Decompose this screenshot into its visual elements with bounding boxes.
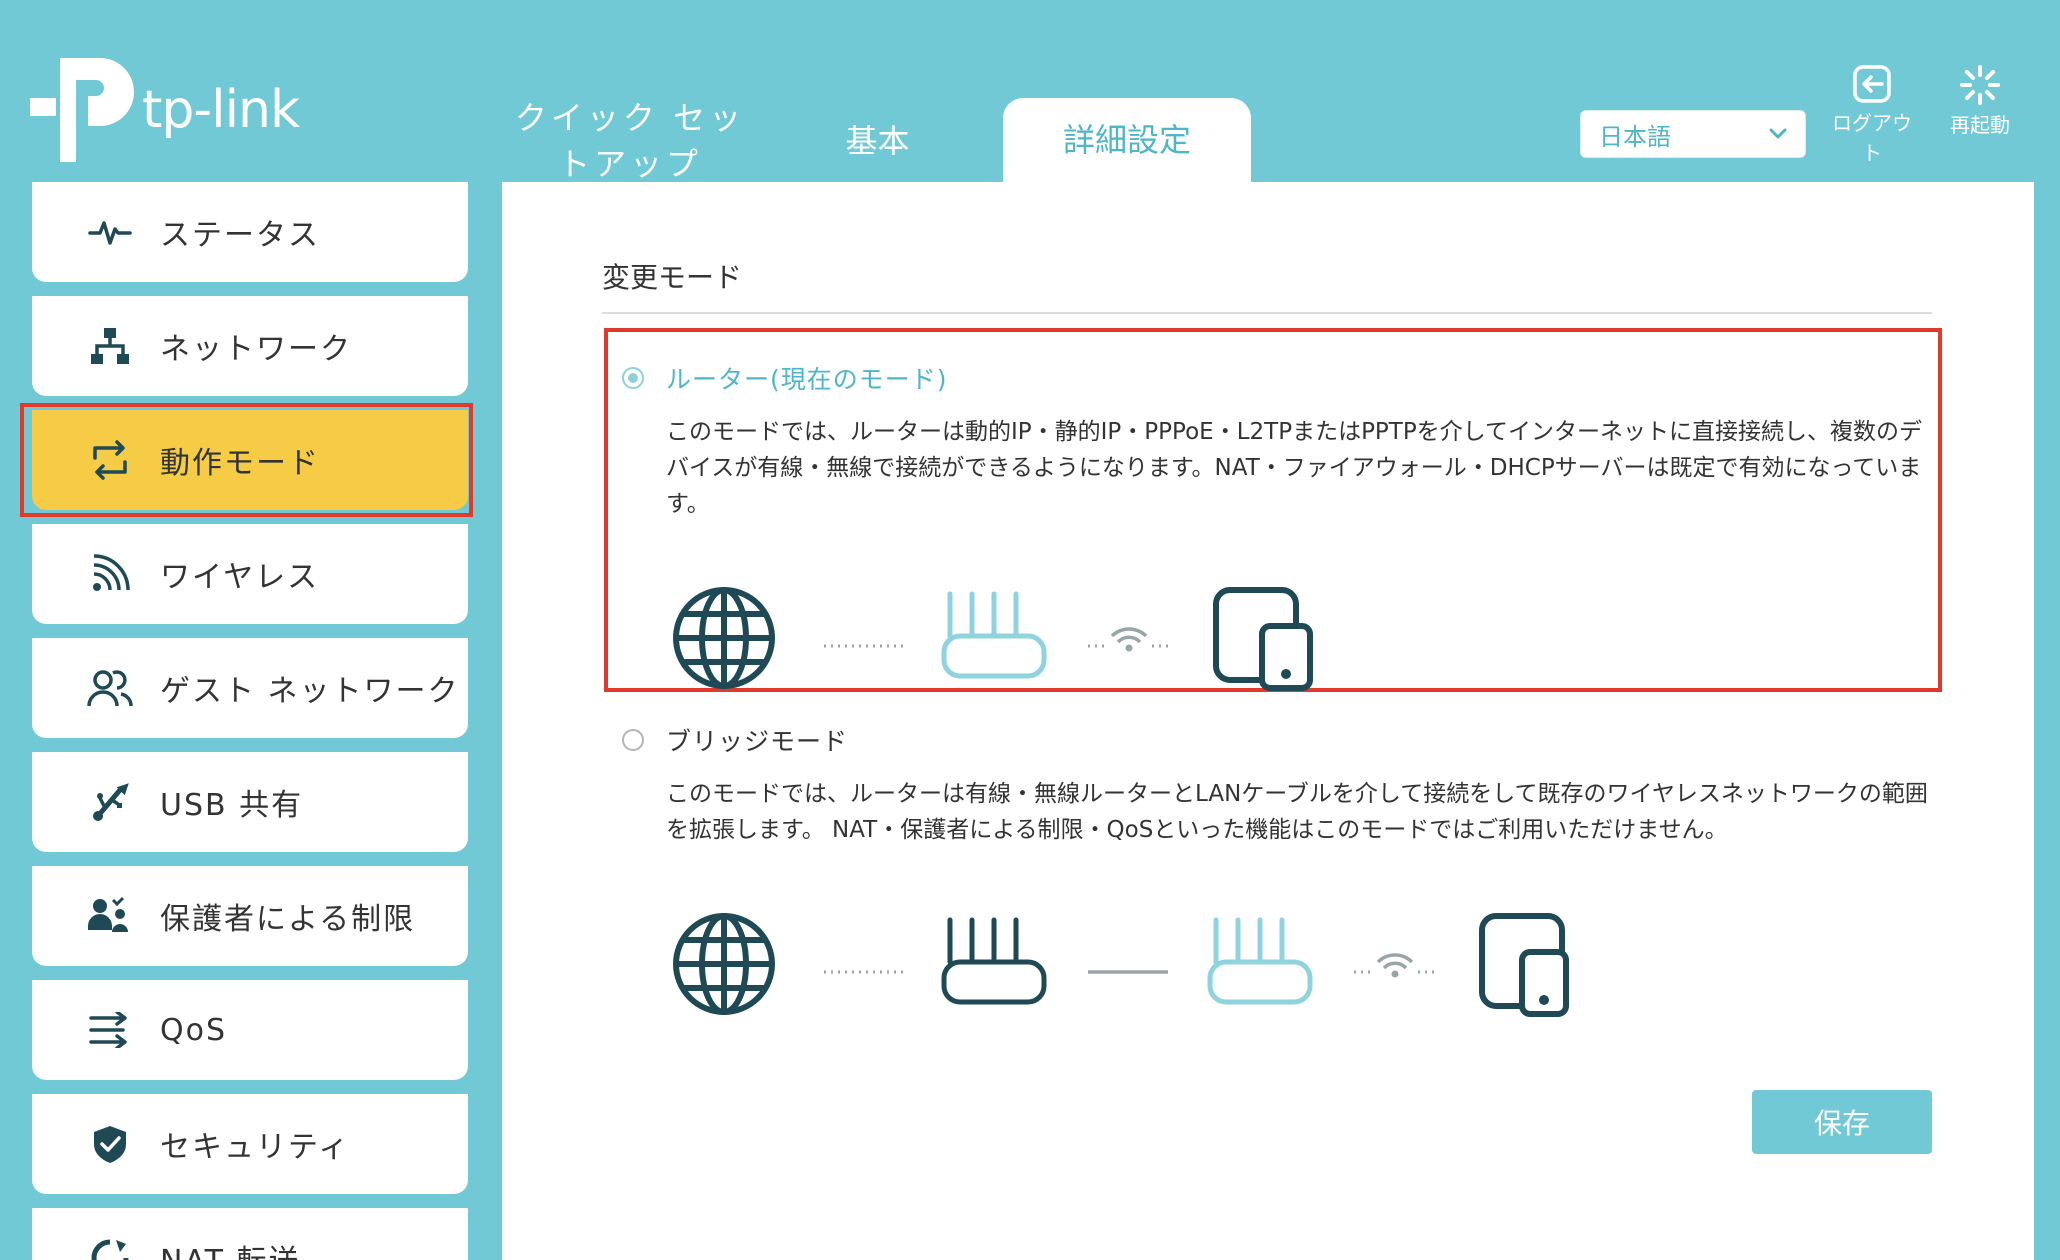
sidebar-item-label: USB 共有 [160, 788, 304, 823]
sidebar-item-operation-mode[interactable]: 動作モード [32, 410, 468, 510]
tablet-phone-icon [1213, 587, 1313, 691]
sidebar-item-guest-network[interactable]: ゲスト ネットワーク [32, 638, 468, 738]
shield-icon [86, 1120, 134, 1168]
brand-name: tp-link [142, 80, 300, 140]
sidebar-item-usb-sharing[interactable]: USB 共有 [32, 752, 468, 852]
router-mode-option[interactable]: ルーター(現在のモード) [622, 360, 948, 396]
guest-icon [86, 664, 134, 712]
chevron-down-icon [1769, 128, 1787, 139]
section-title: 変更モード [602, 261, 743, 294]
bridge-mode-diagram [673, 913, 1569, 1017]
sidebar-item-wireless[interactable]: ワイヤレス [32, 524, 468, 624]
router-mode-diagram [673, 587, 1313, 691]
mode-switch-icon [86, 436, 134, 484]
bridge-router-icon [1207, 917, 1313, 1005]
logout-label: ログアウト [1832, 111, 1912, 165]
bridge-mode-label: ブリッジモード [666, 727, 849, 756]
tp-link-logo: tp-link [30, 58, 300, 162]
sidebar-item-label: NAT 転送 [160, 1236, 301, 1260]
save-button[interactable]: 保存 [1752, 1090, 1932, 1154]
sidebar-item-label: 保護者による制限 [160, 902, 416, 937]
tab-advanced[interactable]: 詳細設定 [1003, 98, 1251, 182]
sidebar-item-security[interactable]: セキュリティ [32, 1094, 468, 1194]
sidebar-item-label: ステータス [160, 218, 320, 253]
language-selected-value: 日本語 [1599, 122, 1671, 151]
sidebar: ステータス ネットワーク 動作モード ワイヤレス ゲスト ネットワーク USB … [32, 182, 468, 1260]
qos-icon [86, 1006, 134, 1054]
wifi-signal-icon [1354, 953, 1436, 978]
parental-icon [86, 892, 134, 940]
tp-link-logo-mark-icon [30, 58, 134, 162]
reboot-button[interactable]: 再起動 [1940, 64, 2020, 140]
router-mode-radio[interactable] [622, 367, 644, 389]
sidebar-item-label: ワイヤレス [160, 560, 320, 595]
sidebar-item-nat-forwarding[interactable]: NAT 転送 [32, 1208, 468, 1260]
globe-icon [673, 913, 775, 1015]
sidebar-item-status[interactable]: ステータス [32, 182, 468, 282]
router-icon [941, 591, 1047, 679]
tab-basic[interactable]: 基本 [800, 118, 955, 164]
wireless-icon [86, 550, 134, 598]
router-mode-label: ルーター(現在のモード) [666, 365, 948, 394]
logout-button[interactable]: ログアウト [1832, 64, 1912, 168]
sidebar-item-qos[interactable]: QoS [32, 980, 468, 1080]
bridge-mode-description: このモードでは、ルーターは有線・無線ルーターとLANケーブルを介して接続をして既… [666, 781, 1928, 843]
tab-quick-setup[interactable]: クイック セットアップ [500, 95, 760, 187]
usb-icon [86, 778, 134, 826]
router-admin-page: tp-link クイック セットアップ 基本 詳細設定 日本語 ログアウト 再起… [0, 0, 2060, 1260]
wifi-signal-icon [1088, 627, 1170, 652]
sidebar-item-label: ゲスト ネットワーク [160, 674, 460, 709]
section-divider [602, 312, 1932, 314]
nat-icon [86, 1234, 134, 1260]
network-icon [86, 322, 134, 370]
sidebar-item-label: セキュリティ [160, 1130, 351, 1165]
bridge-mode-option[interactable]: ブリッジモード [622, 722, 848, 758]
language-select[interactable]: 日本語 [1580, 110, 1806, 158]
reboot-icon [1960, 65, 2000, 105]
pulse-icon [86, 208, 134, 256]
router-mode-description: このモードでは、ルーターは動的IP・静的IP・PPPoE・L2TPまたはPPTP… [666, 419, 1923, 517]
sidebar-item-label: 動作モード [160, 446, 320, 481]
sidebar-item-label: ネットワーク [160, 332, 352, 367]
logout-icon [1853, 65, 1891, 103]
reboot-label: 再起動 [1950, 113, 2010, 137]
globe-icon [673, 587, 775, 689]
bridge-mode-radio[interactable] [622, 729, 644, 751]
tablet-phone-icon [1479, 913, 1569, 1017]
sidebar-item-parental-controls[interactable]: 保護者による制限 [32, 866, 468, 966]
main-panel: 変更モード ルーター(現在のモード) このモードでは、ルーターは動的IP・静的I… [502, 182, 2034, 1260]
sidebar-item-network[interactable]: ネットワーク [32, 296, 468, 396]
main-router-icon [941, 917, 1047, 1005]
sidebar-item-label: QoS [160, 1012, 228, 1048]
